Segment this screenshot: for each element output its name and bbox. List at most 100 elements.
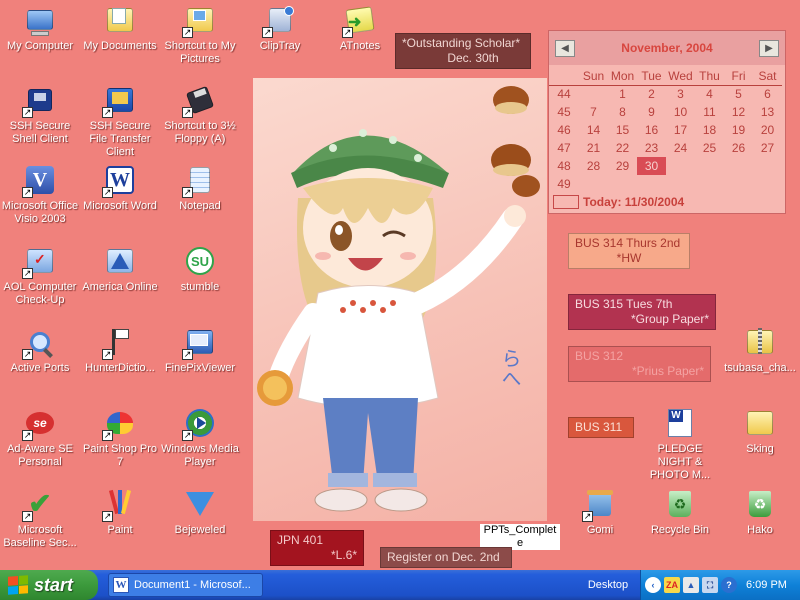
taskbar-button-label: Document1 - Microsof... [134,579,251,591]
calendar-day[interactable]: 9 [637,103,666,121]
calendar-day[interactable]: 26 [724,139,753,157]
calendar-day[interactable]: 6 [753,85,782,103]
icon-label: Hako [747,524,773,536]
calendar-day[interactable]: 21 [579,139,608,157]
calendar-day[interactable]: 24 [666,139,695,157]
desktop-icon-word[interactable]: W ↗ Microsoft Word [80,164,160,213]
note-bus311[interactable]: BUS 311 [568,417,634,438]
calendar-day[interactable]: 14 [579,121,608,139]
desktop-icon-gomi[interactable]: ↗ Gomi [560,488,640,537]
desktop-icon-ad-aware[interactable]: se ↗ Ad-Aware SE Personal [0,407,80,469]
calendar-day[interactable]: 15 [608,121,637,139]
calendar-day[interactable]: 25 [695,139,724,157]
desktop-icon-paint-shop-pro[interactable]: ↗ Paint Shop Pro 7 [80,407,160,469]
calendar-day[interactable]: 28 [579,157,608,175]
zonealarm-icon[interactable]: ZA [664,577,680,593]
calendar-widget[interactable]: ◀ November, 2004 ▶ Sun Mon Tue Wed Thu F… [548,30,786,214]
weekday-label: Tue [637,67,666,86]
icon-label: tsubasa_cha... [724,362,796,374]
desktop-icon-my-pictures[interactable]: ↗ Shortcut to My Pictures [160,4,240,66]
calendar-today[interactable]: Today: 11/30/2004 [553,195,684,209]
icon-label: Paint Shop Pro 7 [83,443,157,468]
note-line: *HW [616,251,642,265]
calendar-day[interactable]: 4 [695,85,724,103]
calendar-day[interactable]: 22 [608,139,637,157]
desktop-icon-bejeweled[interactable]: Bejeweled [160,488,240,537]
desktop-icon-cliptray[interactable]: ↗ ClipTray [240,4,320,53]
desktop-icon-baseline-security[interactable]: ✔ ↗ Microsoft Baseline Sec... [0,488,80,550]
icon-label: Sking [746,443,774,455]
messenger-icon[interactable]: ? [721,577,737,593]
desktop-icon-aol[interactable]: America Online [80,245,160,294]
desktop-icon-floppy[interactable]: ↗ Shortcut to 3½ Floppy (A) [160,84,240,146]
folder-icon [744,407,776,439]
calendar-day[interactable]: 17 [666,121,695,139]
network-icon[interactable]: ⛶ [702,577,718,593]
calendar-day[interactable]: 5 [724,85,753,103]
desktop-icon-hako[interactable]: ♻ Hako [720,488,800,537]
note-register[interactable]: Register on Dec. 2nd [380,547,512,568]
start-button[interactable]: start [0,570,98,600]
note-icon: ➜ ↗ [342,4,376,38]
calendar-day[interactable]: 20 [753,121,782,139]
desktop-icon-ssh-shell[interactable]: ↗ SSH Secure Shell Client [0,84,80,146]
calendar-prev-button[interactable]: ◀ [555,39,575,57]
calendar-day[interactable]: 23 [637,139,666,157]
calendar-week-row: 47 21 22 23 24 25 26 27 [549,139,782,157]
note-line: *Prius Paper* [631,364,704,378]
desktop-icon-tsubasa[interactable]: tsubasa_cha... [720,326,800,375]
note-outstanding-scholar[interactable]: *Outstanding Scholar* Dec. 30th [395,33,531,69]
clock[interactable]: 6:09 PM [746,579,787,591]
taskbar-button-document1[interactable]: W Document1 - Microsof... [108,573,263,597]
weekday-label: Sun [579,67,608,86]
documents-folder-icon [104,4,136,36]
desktop-icon-pledge-night[interactable]: W PLEDGE NIGHT & PHOTO M... [640,407,720,482]
desktop-icon-aol-checkup[interactable]: ✓ ↗ AOL Computer Check-Up [0,245,80,307]
calendar-day[interactable]: 8 [608,103,637,121]
note-jpn401[interactable]: JPN 401 *L.6* [270,530,364,566]
desktop-icon-notepad[interactable]: ↗ Notepad [160,164,240,213]
calendar-next-button[interactable]: ▶ [758,39,779,57]
desktop-icon-my-documents[interactable]: My Documents [80,4,160,53]
calendar-day[interactable]: 1 [608,85,637,103]
calendar-day[interactable]: 30 [637,157,666,175]
desktop-icon-my-computer[interactable]: My Computer [0,4,80,53]
chevron-left-icon[interactable]: ‹ [645,577,661,593]
calendar-day[interactable]: 13 [753,103,782,121]
calendar-day[interactable]: 12 [724,103,753,121]
note-bus314[interactable]: BUS 314 Thurs 2nd *HW [568,233,690,269]
calendar-day[interactable]: 19 [724,121,753,139]
desktop-icon-ssh-file-transfer[interactable]: ↗ SSH Secure File Transfer Client [80,84,160,159]
icon-label: Shortcut to 3½ Floppy (A) [164,120,236,145]
note-bus312[interactable]: BUS 312 *Prius Paper* [568,346,711,382]
calendar-day[interactable]: 11 [695,103,724,121]
calendar-day[interactable]: 18 [695,121,724,139]
desktop-icon-windows-media-player[interactable]: ↗ Windows Media Player [160,407,240,469]
desktop-toolbar[interactable]: Desktop [576,570,640,600]
desktop-icon-paint[interactable]: ↗ Paint [80,488,160,537]
system-tray: ‹ ZA ▲ ⛶ ? 6:09 PM [640,570,800,600]
desktop-icon-atnotes[interactable]: ➜ ↗ ATnotes [320,4,400,53]
desktop-icon-recycle-bin[interactable]: ♻ Recycle Bin [640,488,720,537]
desktop-icon-active-ports[interactable]: ↗ Active Ports [0,326,80,375]
note-line: JPN 401 [277,533,324,547]
calendar-day[interactable]: 16 [637,121,666,139]
calendar-day[interactable]: 29 [608,157,637,175]
icon-label: Recycle Bin [650,524,710,536]
calendar-day[interactable]: 2 [637,85,666,103]
week-number: 47 [557,141,571,155]
desktop-icon-visio[interactable]: V ↗ Microsoft Office Visio 2003 [0,164,80,226]
desktop-icon-sking[interactable]: Sking [720,407,800,456]
desktop-icon-finepixviewer[interactable]: ↗ FinePixViewer [160,326,240,375]
note-bus315[interactable]: BUS 315 Tues 7th *Group Paper* [568,294,716,330]
ssh-file-transfer-icon: ↗ [102,84,136,118]
calendar-day[interactable]: 7 [579,103,608,121]
desktop-icon-stumble[interactable]: SU stumble [160,245,240,294]
week-number: 49 [557,177,571,191]
calendar-day[interactable]: 10 [666,103,695,121]
calendar-day[interactable]: 27 [753,139,782,157]
word-icon: W [113,577,129,593]
desktop-icon-hunterdictionary[interactable]: ↗ HunterDictio... [80,326,160,375]
calendar-day[interactable]: 3 [666,85,695,103]
aol-tray-icon[interactable]: ▲ [683,577,699,593]
